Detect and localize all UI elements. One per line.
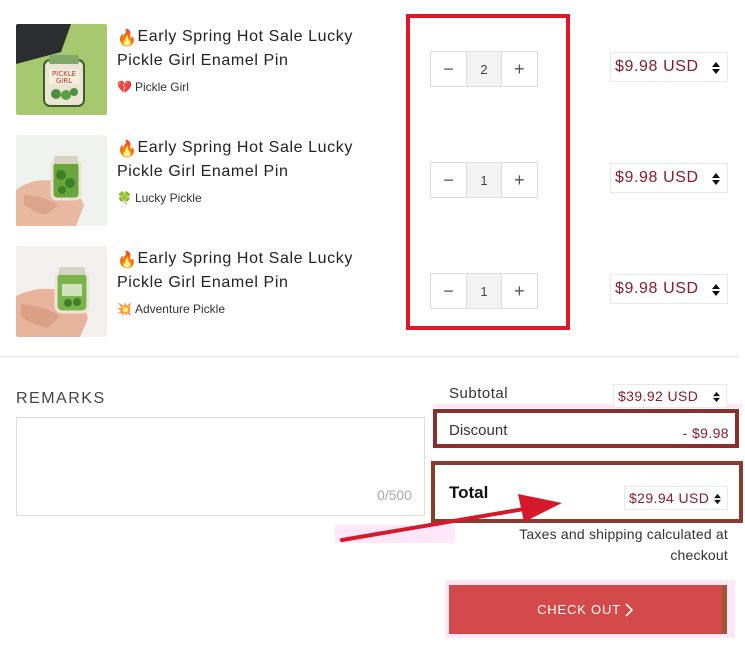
broken-heart-icon: 💔 xyxy=(117,80,132,94)
sort-arrows-icon xyxy=(713,391,720,403)
cart-item: 🔥Early Spring Hot Sale Lucky Pickle Girl… xyxy=(0,135,745,235)
title-text: Early Spring Hot Sale Lucky Pickle Girl … xyxy=(117,250,353,291)
product-title[interactable]: 🔥Early Spring Hot Sale Lucky Pickle Girl… xyxy=(117,137,387,183)
checkout-label: CHECK OUT xyxy=(537,602,621,617)
total-label: Total xyxy=(449,483,489,502)
product-image[interactable] xyxy=(16,246,107,337)
clover-icon: 🍀 xyxy=(117,191,132,205)
chevron-right-icon xyxy=(625,602,634,617)
subtotal-currency-select[interactable]: $39.92 USD xyxy=(613,384,727,408)
total-currency-select[interactable]: $29.94 USD xyxy=(624,486,728,510)
variant-label: 🍀 Lucky Pickle xyxy=(117,191,202,205)
cart-item: PICKLE GIRL 🔥Early Spring Hot Sale Lucky… xyxy=(0,24,745,124)
product-image[interactable]: PICKLE GIRL xyxy=(16,24,107,115)
quantity-annotation-box xyxy=(406,14,570,330)
price-text: $9.98 USD xyxy=(615,58,699,75)
product-title[interactable]: 🔥Early Spring Hot Sale Lucky Pickle Girl… xyxy=(117,248,387,294)
sort-arrows-icon xyxy=(712,173,720,185)
variant-label: 💔 Pickle Girl xyxy=(117,80,189,94)
svg-text:GIRL: GIRL xyxy=(56,77,72,85)
fire-icon: 🔥 xyxy=(117,141,138,158)
subtotal-label: Subtotal xyxy=(449,385,509,402)
discount-label: Discount xyxy=(449,422,508,439)
subtotal-value: $39.92 USD xyxy=(618,388,699,404)
checkout-button[interactable]: CHECK OUT xyxy=(449,585,727,634)
price-currency-select[interactable]: $9.98 USD xyxy=(610,163,728,193)
sort-arrows-icon xyxy=(714,493,721,505)
product-title[interactable]: 🔥Early Spring Hot Sale Lucky Pickle Girl… xyxy=(117,26,387,72)
sort-arrows-icon xyxy=(712,284,720,296)
price-currency-select[interactable]: $9.98 USD xyxy=(610,274,728,304)
sort-arrows-icon xyxy=(712,62,720,74)
variant-text: Pickle Girl xyxy=(134,80,189,94)
price-text: $9.98 USD xyxy=(615,169,699,186)
burst-icon: 💥 xyxy=(117,302,132,316)
title-text: Early Spring Hot Sale Lucky Pickle Girl … xyxy=(117,139,353,180)
variant-text: Lucky Pickle xyxy=(134,191,202,205)
remarks-label: REMARKS xyxy=(16,390,106,407)
variant-text: Adventure Pickle xyxy=(134,302,225,316)
price-currency-select[interactable]: $9.98 USD xyxy=(610,52,728,82)
title-text: Early Spring Hot Sale Lucky Pickle Girl … xyxy=(117,28,353,69)
fire-icon: 🔥 xyxy=(117,30,138,47)
remarks-textarea[interactable]: 0/500 xyxy=(16,417,425,516)
discount-value: - $9.98 xyxy=(682,425,729,441)
cart-item: 🔥Early Spring Hot Sale Lucky Pickle Girl… xyxy=(0,246,745,346)
variant-label: 💥 Adventure Pickle xyxy=(117,302,225,316)
remarks-char-counter: 0/500 xyxy=(376,487,412,503)
total-value: $29.94 USD xyxy=(629,490,710,506)
price-text: $9.98 USD xyxy=(615,280,699,297)
fire-icon: 🔥 xyxy=(117,252,138,269)
product-image[interactable] xyxy=(16,135,107,226)
section-divider xyxy=(0,356,740,357)
highlight-glow xyxy=(335,525,455,543)
tax-shipping-note: Taxes and shipping calculated at checkou… xyxy=(519,526,728,563)
